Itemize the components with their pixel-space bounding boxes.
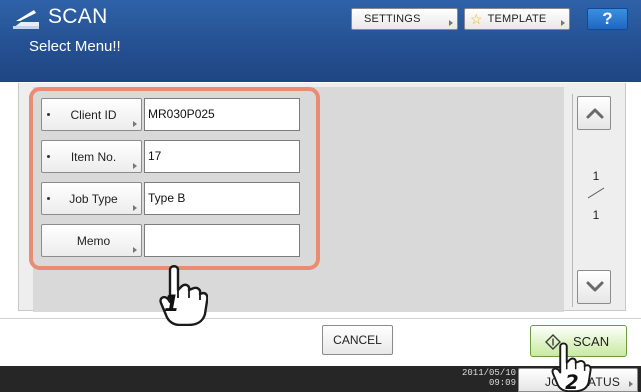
chevron-up-icon [586, 108, 604, 119]
date-text: 2011/05/10 [462, 368, 517, 378]
help-button[interactable]: ? [587, 8, 628, 30]
page-down-button[interactable] [577, 270, 611, 304]
settings-button[interactable]: SETTINGS [351, 8, 458, 30]
submenu-arrow-icon [561, 20, 565, 26]
cancel-button[interactable]: CANCEL [322, 325, 393, 355]
page-up-button[interactable] [577, 96, 611, 130]
app-title: SCAN [48, 5, 108, 28]
star-icon: ☆ [470, 11, 483, 27]
scanner-icon [13, 10, 39, 29]
template-label: TEMPLATE [487, 13, 547, 25]
callout-number: 1 [164, 292, 179, 317]
page-subtitle: Select Menu!! [29, 38, 121, 55]
total-pages: 1 [592, 208, 600, 222]
template-button[interactable]: ☆ TEMPLATE [464, 8, 570, 30]
time-text: 09:09 [488, 378, 516, 388]
current-page: 1 [592, 169, 600, 183]
chevron-down-icon [586, 281, 604, 292]
highlight-ring [29, 87, 320, 270]
settings-label: SETTINGS [364, 13, 421, 25]
pointing-hand-icon: 2 [551, 342, 592, 392]
divider [0, 318, 641, 319]
callout-number: 2 [565, 371, 579, 392]
submenu-arrow-icon [449, 20, 453, 26]
pointing-hand-icon: 1 [159, 265, 208, 326]
datetime-display: 2011/05/10 09:09 [462, 368, 516, 388]
submenu-arrow-icon [629, 381, 633, 387]
page-separator [587, 187, 605, 199]
